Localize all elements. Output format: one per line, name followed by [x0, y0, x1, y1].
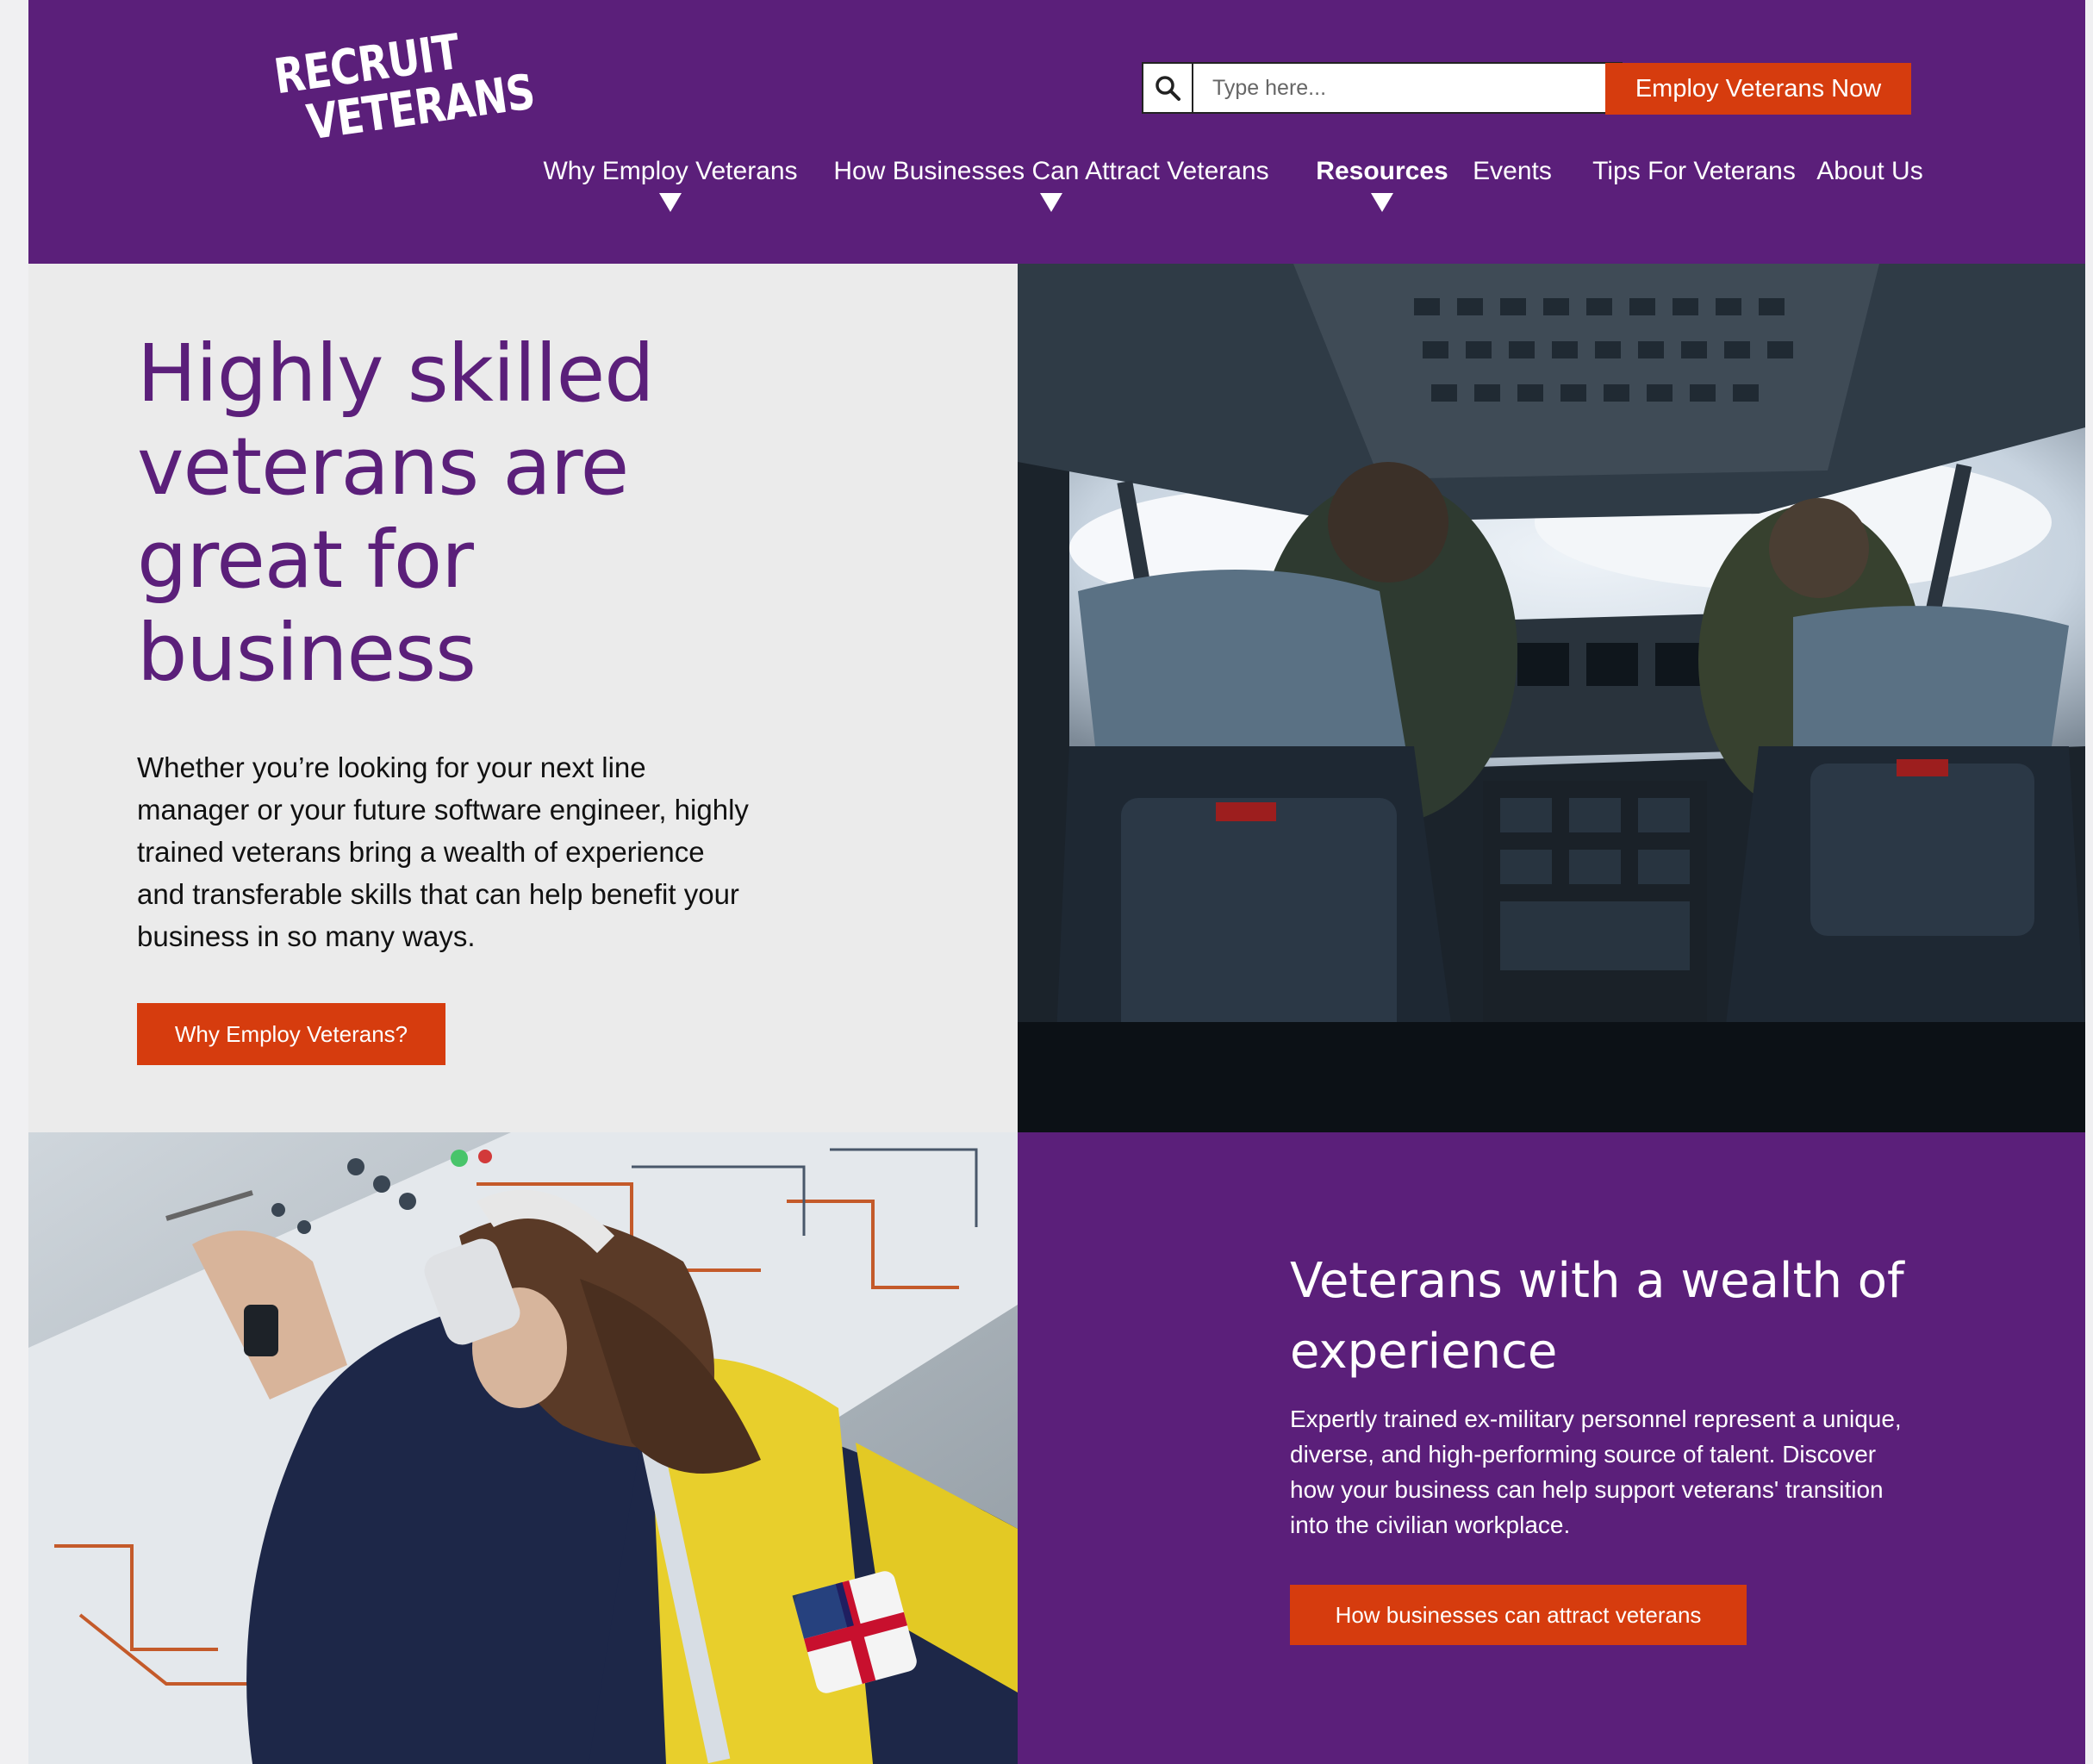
hero-body: Whether you’re looking for your next lin… [137, 751, 749, 952]
search-button[interactable] [1143, 64, 1193, 112]
experience-section: Veterans with a wealth of experience Exp… [1018, 1132, 2085, 1764]
hero-title: Highly skilled veterans are great for bu… [137, 327, 655, 699]
employ-veterans-now-button[interactable]: Employ Veterans Now [1605, 63, 1911, 115]
hero-section: Highly skilled veterans are great for bu… [28, 264, 1018, 1132]
caret-down-icon [1371, 193, 1393, 212]
site-logo[interactable]: RECRUIT VETERANS [271, 17, 545, 172]
experience-body: Expertly trained ex-military personnel r… [1290, 1406, 1902, 1538]
search-input[interactable] [1193, 64, 1621, 112]
experience-title: Veterans with a wealth of experience [1290, 1253, 1904, 1380]
nav-label: About Us [1816, 157, 1923, 185]
cockpit-pilots-image [1018, 264, 2085, 1132]
search-box [1142, 62, 1623, 114]
engineer-at-control-panel-image [28, 1132, 1018, 1764]
nav-label: How Businesses Can Attract Veterans [833, 157, 1269, 185]
caret-down-icon [1040, 193, 1062, 212]
nav-why-employ-veterans[interactable]: Why Employ Veterans [541, 157, 800, 212]
main-nav: Why Employ Veterans How Businesses Can A… [28, 157, 2085, 217]
nav-label: Events [1473, 157, 1552, 185]
why-employ-veterans-button[interactable]: Why Employ Veterans? [137, 1003, 445, 1065]
search-icon [1156, 76, 1180, 101]
caret-down-icon [659, 193, 682, 212]
nav-resources[interactable]: Resources [1300, 157, 1464, 212]
nav-label: Tips For Veterans [1592, 157, 1796, 185]
page: RECRUIT VETERANS Employ Veterans Now Why… [28, 0, 2085, 1764]
nav-events[interactable]: Events [1452, 157, 1573, 186]
nav-tips-for-veterans[interactable]: Tips For Veterans [1581, 157, 1807, 186]
nav-about-us[interactable]: About Us [1805, 157, 1934, 186]
nav-label: Why Employ Veterans [543, 157, 798, 185]
nav-how-businesses-can-attract-veterans[interactable]: How Businesses Can Attract Veterans [823, 157, 1280, 212]
how-businesses-attract-veterans-button[interactable]: How businesses can attract veterans [1290, 1585, 1747, 1645]
site-header: RECRUIT VETERANS Employ Veterans Now Why… [28, 0, 2085, 264]
nav-label: Resources [1316, 157, 1448, 185]
